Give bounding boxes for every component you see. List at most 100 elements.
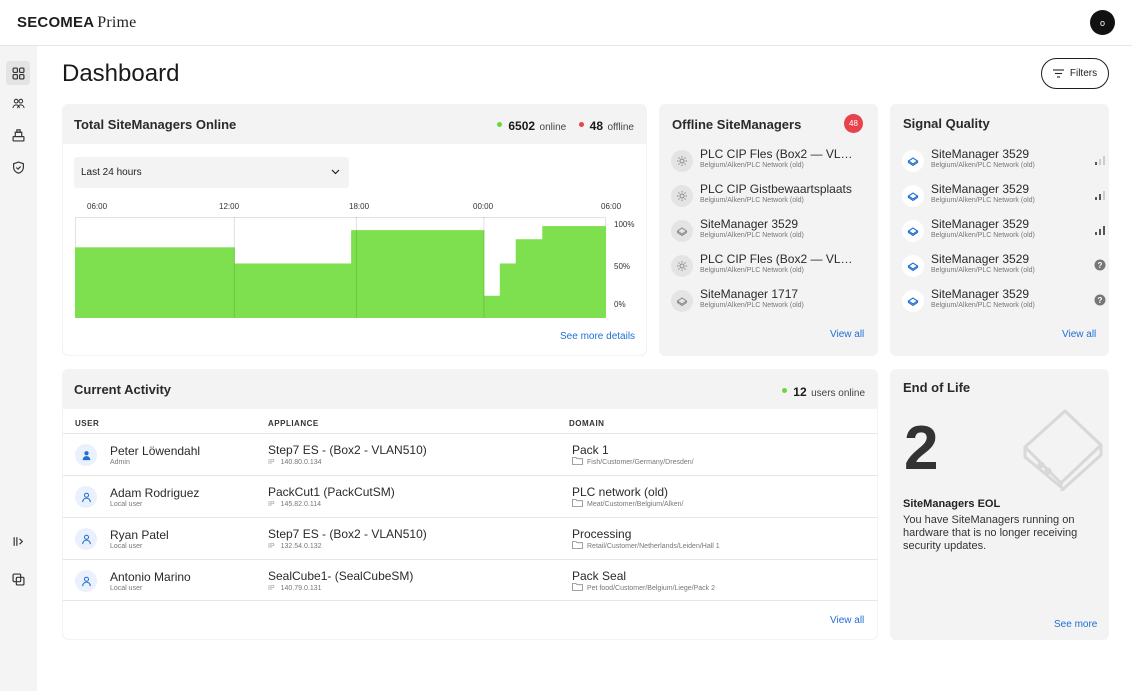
admin-user-icon xyxy=(75,444,97,466)
svg-text:?: ? xyxy=(1098,261,1103,270)
eol-card-title: End of Life xyxy=(903,380,971,395)
appliance-name: Step7 ES - (Box2 - VLAN510) xyxy=(268,527,427,541)
end-of-life-card: End of Life 2 SiteManagers EOL You have … xyxy=(890,369,1109,640)
gear-icon xyxy=(671,255,693,277)
signal-view-all-link[interactable]: View all xyxy=(1062,329,1096,340)
folder-icon xyxy=(572,583,583,591)
list-item[interactable]: SiteManager 3529 Belgium/Alken/PLC Netwo… xyxy=(902,252,1106,282)
online-label: online xyxy=(539,122,567,133)
users-online-dot xyxy=(782,388,788,394)
domain-path: Fish/Customer/Germany/Dresden/ xyxy=(572,457,694,466)
current-activity-card: Current Activity 12 users online USER AP… xyxy=(62,369,878,640)
x-tick: 06:00 xyxy=(87,202,108,211)
folder-icon xyxy=(572,499,583,507)
signal-quality-card: Signal Quality SiteManager 3529 Belgium/… xyxy=(890,104,1109,356)
table-row[interactable]: Adam Rodriguez Local user PackCut1 (Pack… xyxy=(63,475,877,517)
chart-bar-0 xyxy=(75,247,235,318)
total-chart-panel: Last 24 hours 06:00 12:00 18:00 00:00 06… xyxy=(63,144,646,355)
sitemanager-name: SiteManager 3529 xyxy=(931,217,1030,231)
user-icon xyxy=(75,528,97,550)
y-tick: 0% xyxy=(614,300,626,309)
dashboard-nav-icon[interactable] xyxy=(6,61,30,85)
list-item[interactable]: SiteManager 3529 Belgium/Alken/PLC Netwo… xyxy=(902,147,1105,177)
filters-label: Filters xyxy=(1069,68,1098,79)
list-item[interactable]: PLC CIP Fles (Box2 — VLAN... Belgium/Alk… xyxy=(671,147,871,177)
filters-button[interactable]: Filters xyxy=(1041,58,1109,89)
security-nav-icon[interactable] xyxy=(6,155,30,179)
users-nav-icon[interactable] xyxy=(6,91,30,115)
user-role: Local user xyxy=(110,501,143,508)
table-row[interactable]: Peter Löwendahl Admin Step7 ES - (Box2 -… xyxy=(63,433,877,475)
eol-heading: SiteManagers EOL xyxy=(903,498,1001,510)
x-tick: 06:00 xyxy=(601,202,622,211)
filter-icon xyxy=(1052,69,1064,78)
activity-view-all-link[interactable]: View all xyxy=(830,615,864,626)
list-item[interactable]: SiteManager 3529 Belgium/Alken/PLC Netwo… xyxy=(902,217,1105,247)
list-item[interactable]: PLC CIP Gistbewaartsplaats Belgium/Alken… xyxy=(671,182,871,212)
x-tick: 18:00 xyxy=(349,202,370,211)
appliance-name: SealCube1- (SealCubeSM) xyxy=(268,569,414,583)
offline-label: offline xyxy=(607,122,634,133)
sitemanager-path: Belgium/Alken/PLC Network (old) xyxy=(931,197,1035,204)
appliance-ip: IP 140.79.0.131 xyxy=(268,585,322,592)
sitemanager-icon xyxy=(902,220,924,242)
sitemanager-path: Belgium/Alken/PLC Network (old) xyxy=(700,162,804,169)
online-offline-summary: 6502 online 48 offline xyxy=(497,117,634,135)
table-row[interactable]: Antonio Marino Local user SealCube1- (Se… xyxy=(63,559,877,601)
list-item[interactable]: SiteManager 3529 Belgium/Alken/PLC Netwo… xyxy=(902,287,1106,317)
domain-path: Meat/Customer/Belgium/Alken/ xyxy=(572,499,683,508)
y-tick: 50% xyxy=(614,262,631,271)
sitemanager-icon xyxy=(902,255,924,277)
users-online-count: 12 xyxy=(793,385,807,399)
collapse-sidebar-icon[interactable] xyxy=(6,529,30,553)
domain-path-text: Pet food/Customer/Belgium/Liege/Pack 2 xyxy=(587,584,716,592)
sitemanager-name: SiteManager 1717 xyxy=(700,287,799,301)
ip-value: 140.79.0.131 xyxy=(280,585,322,592)
domain-name: PLC network (old) xyxy=(572,485,669,499)
list-item[interactable]: SiteManager 1717 Belgium/Alken/PLC Netwo… xyxy=(671,287,871,317)
total-card-title: Total SiteManagers Online xyxy=(74,117,237,132)
sitemanager-icon xyxy=(902,150,924,172)
domain-path: Pet food/Customer/Belgium/Liege/Pack 2 xyxy=(572,583,716,592)
see-more-details-link[interactable]: See more details xyxy=(560,331,635,342)
chart-bar-1 xyxy=(234,263,352,318)
user-avatar[interactable]: o xyxy=(1090,10,1115,35)
user-name: Ryan Patel xyxy=(110,528,169,542)
list-item[interactable]: SiteManager 3529 Belgium/Alken/PLC Netwo… xyxy=(671,217,871,247)
ip-label: IP xyxy=(268,543,275,550)
sitemanager-path: Belgium/Alken/PLC Network (old) xyxy=(931,302,1035,309)
user-role: Admin xyxy=(110,459,130,466)
product-name: Prime xyxy=(97,14,137,31)
sitemanager-name: SiteManager 3529 xyxy=(931,252,1030,266)
activity-card-title: Current Activity xyxy=(74,382,172,397)
svg-text:?: ? xyxy=(1098,296,1103,305)
table-row[interactable]: Ryan Patel Local user Step7 ES - (Box2 -… xyxy=(63,517,877,559)
domain-path: Retail/Customer/Netherlands/Leiden/Hall … xyxy=(572,541,720,550)
domain-path-text: Retail/Customer/Netherlands/Leiden/Hall … xyxy=(587,542,720,550)
user-name: Antonio Marino xyxy=(110,570,191,584)
online-area-chart xyxy=(75,217,606,318)
appliance-ip: IP 132.54.0.132 xyxy=(268,543,322,550)
list-item[interactable]: SiteManager 3529 Belgium/Alken/PLC Netwo… xyxy=(902,182,1105,212)
time-range-select[interactable]: Last 24 hours xyxy=(74,157,349,188)
app-logo[interactable]: SECOMEA Prime xyxy=(17,14,136,32)
sitemanager-path: Belgium/Alken/PLC Network (old) xyxy=(931,232,1035,239)
users-online-summary: 12 users online xyxy=(782,383,865,401)
gear-icon xyxy=(671,150,693,172)
signal-medium-icon xyxy=(1095,191,1105,200)
offline-view-all-link[interactable]: View all xyxy=(830,329,864,340)
appliance-name: PackCut1 (PackCutSM) xyxy=(268,485,395,499)
list-item[interactable]: PLC CIP Fles (Box2 — VLAN... Belgium/Alk… xyxy=(671,252,871,282)
domain-name: Pack 1 xyxy=(572,443,609,457)
chart-bar-4 xyxy=(499,263,517,318)
appliance-ip: IP 140.80.0.134 xyxy=(268,459,322,466)
appliance-name: Step7 ES - (Box2 - VLAN510) xyxy=(268,443,427,457)
eol-see-more-link[interactable]: See more xyxy=(1054,619,1097,630)
activity-table: USER APPLIANCE DOMAIN Peter Löwendahl Ad… xyxy=(63,409,877,639)
ip-label: IP xyxy=(268,585,275,592)
signal-card-title: Signal Quality xyxy=(903,116,990,131)
sitemanager-name: SiteManager 3529 xyxy=(931,287,1030,301)
user-icon xyxy=(75,486,97,508)
devices-nav-icon[interactable] xyxy=(6,123,30,147)
switch-view-icon[interactable] xyxy=(6,567,30,591)
